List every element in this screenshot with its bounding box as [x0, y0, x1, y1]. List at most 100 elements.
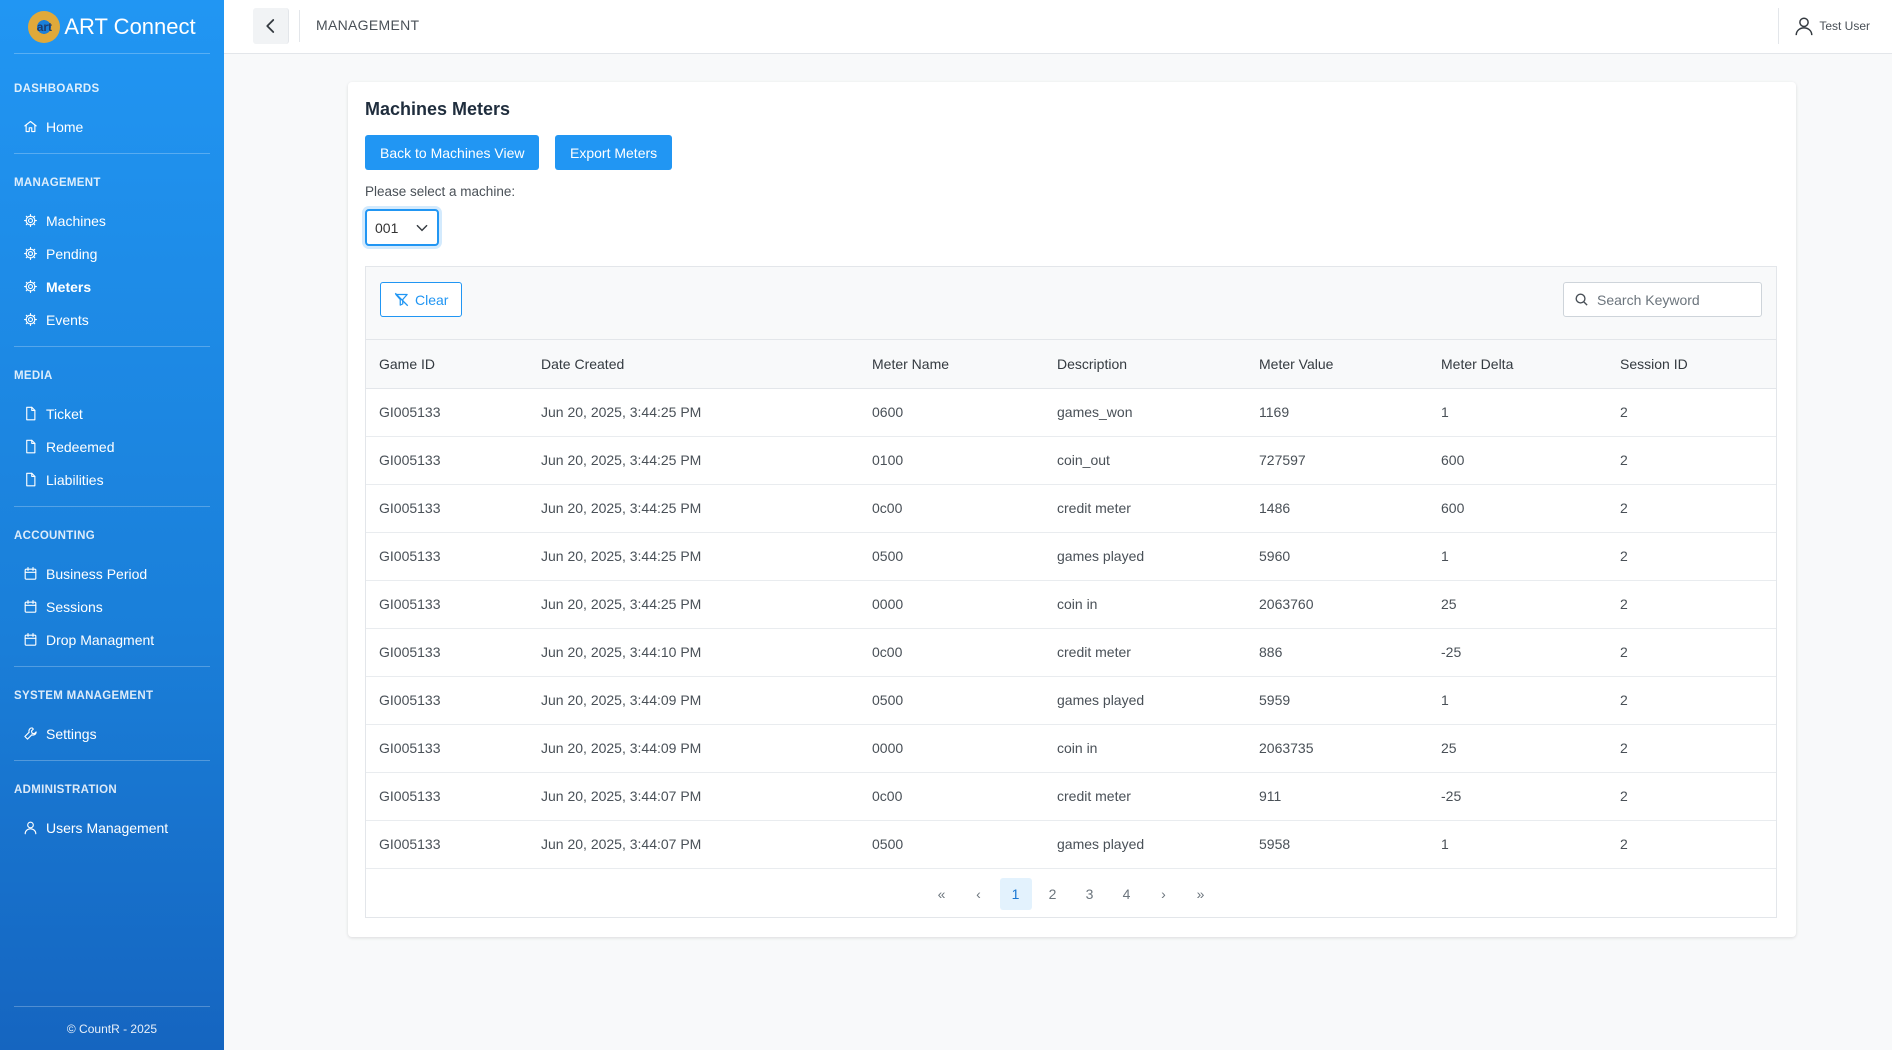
sidebar-item-liabilities[interactable]: Liabilities — [14, 463, 210, 496]
next-page-button[interactable]: › — [1148, 878, 1180, 910]
sidebar-divider — [14, 153, 210, 154]
sidebar-item-pending[interactable]: Pending — [14, 237, 210, 270]
table-cell-meter-delta: -25 — [1441, 788, 1462, 804]
gear-icon — [24, 214, 37, 227]
column-header-meter-delta[interactable]: Meter Delta — [1428, 340, 1607, 388]
sidebar-divider — [14, 346, 210, 347]
table-toolbar: Clear — [366, 267, 1776, 340]
table-cell-game-id: GI005133 — [379, 452, 441, 468]
sidebar-item-ticket[interactable]: Ticket — [14, 397, 210, 430]
table-cell-meter-delta: 600 — [1441, 452, 1465, 468]
table-cell-description: credit meter — [1057, 500, 1131, 516]
table-cell-description: games played — [1057, 692, 1145, 708]
first-page-button[interactable]: « — [926, 878, 958, 910]
table-row[interactable]: GI005133 Jun 20, 2025, 3:44:07 PM 0c00 cred… — [366, 772, 1776, 820]
machine-select-value: 001 — [375, 219, 399, 236]
page-button-4[interactable]: 4 — [1111, 878, 1143, 910]
back-to-machines-button[interactable]: Back to Machines View — [365, 135, 540, 170]
table-cell-session-id: 2 — [1620, 740, 1628, 756]
sidebar-section-title: MANAGEMENT — [14, 177, 101, 189]
search-icon — [1575, 293, 1588, 306]
calendar-icon — [24, 567, 37, 580]
table-cell-meter-delta: 1 — [1441, 548, 1449, 564]
sidebar-item-drop-managment[interactable]: Drop Managment — [14, 623, 210, 656]
clear-filter-label: Clear — [415, 291, 449, 308]
table-row[interactable]: GI005133 Jun 20, 2025, 3:44:25 PM 0000 coin… — [366, 580, 1776, 628]
table-cell-session-id: 2 — [1620, 788, 1628, 804]
machine-select[interactable]: 001 — [365, 209, 439, 246]
user-menu[interactable]: Test User — [1778, 8, 1892, 44]
page-button-1[interactable]: 1 — [999, 878, 1032, 910]
user-icon — [24, 821, 37, 835]
sidebar-item-business-period[interactable]: Business Period — [14, 557, 210, 590]
table-cell-meter-name: 0c00 — [872, 788, 903, 804]
card-title: Machines Meters — [365, 99, 511, 119]
page-button-2[interactable]: 2 — [1037, 878, 1069, 910]
table-cell-date-created: Jun 20, 2025, 3:44:09 PM — [541, 740, 702, 756]
export-meters-button[interactable]: Export Meters — [555, 135, 673, 170]
sidebar-item-settings[interactable]: Settings — [14, 717, 210, 750]
sidebar-section-title: MEDIA — [14, 370, 53, 382]
chevron-down-icon — [416, 224, 428, 231]
page-button-3[interactable]: 3 — [1074, 878, 1106, 910]
sidebar-item-events[interactable]: Events — [14, 303, 210, 336]
sidebar: art ART Connect DASHBOARDS Home MANAGEMENT… — [0, 0, 224, 1050]
column-header-meter-value[interactable]: Meter Value — [1246, 340, 1428, 388]
table-row[interactable]: GI005133 Jun 20, 2025, 3:44:25 PM 0600 game… — [366, 388, 1776, 436]
table-cell-meter-delta: 1 — [1441, 692, 1449, 708]
table-row[interactable]: GI005133 Jun 20, 2025, 3:44:25 PM 0100 coin… — [366, 436, 1776, 484]
table-cell-meter-delta: 1 — [1441, 836, 1449, 852]
table-row[interactable]: GI005133 Jun 20, 2025, 3:44:09 PM 0000 coin… — [366, 724, 1776, 772]
sidebar-section-title: ACCOUNTING — [14, 530, 95, 542]
sidebar-item-label: Machines — [46, 212, 106, 229]
table-row[interactable]: GI005133 Jun 20, 2025, 3:44:09 PM 0500 game… — [366, 676, 1776, 724]
last-page-button[interactable]: » — [1185, 878, 1217, 910]
back-button[interactable] — [253, 8, 289, 44]
table-cell-session-id: 2 — [1620, 404, 1628, 420]
gear-icon — [24, 247, 37, 260]
calendar-icon — [24, 600, 37, 613]
sidebar-item-meters[interactable]: Meters — [14, 270, 210, 303]
meters-card: Machines Meters Back to Machines View Ex… — [348, 82, 1796, 937]
clear-filter-button[interactable]: Clear — [380, 282, 463, 317]
table-cell-date-created: Jun 20, 2025, 3:44:25 PM — [541, 548, 702, 564]
column-header-meter-name[interactable]: Meter Name — [859, 340, 1044, 388]
table-row[interactable]: GI005133 Jun 20, 2025, 3:44:07 PM 0500 game… — [366, 820, 1776, 868]
column-header-description[interactable]: Description — [1044, 340, 1246, 388]
table-cell-game-id: GI005133 — [379, 644, 441, 660]
sidebar-footer: © CountR - 2025 — [14, 1006, 210, 1050]
column-header-date-created[interactable]: Date Created — [528, 340, 859, 388]
sidebar-item-sessions[interactable]: Sessions — [14, 590, 210, 623]
column-header-game-id[interactable]: Game ID — [366, 340, 528, 388]
search-input[interactable] — [1597, 291, 1757, 308]
table-cell-meter-delta: 600 — [1441, 500, 1465, 516]
prev-page-button[interactable]: ‹ — [963, 878, 995, 910]
table-cell-meter-value: 1486 — [1259, 500, 1291, 516]
table-cell-meter-name: 0c00 — [872, 644, 903, 660]
gear-icon — [24, 313, 37, 326]
table-cell-date-created: Jun 20, 2025, 3:44:07 PM — [541, 788, 702, 804]
column-header-session-id[interactable]: Session ID — [1607, 340, 1776, 388]
sidebar-item-label: Home — [46, 118, 84, 135]
search-box[interactable] — [1563, 282, 1762, 317]
sidebar-item-machines[interactable]: Machines — [14, 204, 210, 237]
table-cell-meter-name: 0100 — [872, 452, 904, 468]
filter-slash-icon — [394, 292, 409, 307]
sidebar-item-label: Sessions — [46, 598, 103, 615]
sidebar-section-title: ADMINISTRATION — [14, 784, 118, 796]
chevron-left-icon — [265, 19, 274, 33]
sidebar-item-label: Drop Managment — [46, 631, 155, 648]
user-icon — [1795, 17, 1813, 36]
sidebar-item-users-management[interactable]: Users Management — [14, 811, 210, 844]
machine-select-label: Please select a machine: — [365, 184, 516, 199]
table-row[interactable]: GI005133 Jun 20, 2025, 3:44:25 PM 0c00 cred… — [366, 484, 1776, 532]
table-cell-meter-name: 0000 — [872, 740, 904, 756]
app-logo[interactable]: art ART Connect — [14, 0, 210, 54]
sidebar-item-redeemed[interactable]: Redeemed — [14, 430, 210, 463]
table-cell-date-created: Jun 20, 2025, 3:44:09 PM — [541, 692, 702, 708]
topbar-divider — [299, 10, 300, 42]
sidebar-item-home[interactable]: Home — [14, 110, 210, 143]
table-row[interactable]: GI005133 Jun 20, 2025, 3:44:10 PM 0c00 cred… — [366, 628, 1776, 676]
table-row[interactable]: GI005133 Jun 20, 2025, 3:44:25 PM 0500 game… — [366, 532, 1776, 580]
table-cell-meter-name: 0c00 — [872, 500, 903, 516]
